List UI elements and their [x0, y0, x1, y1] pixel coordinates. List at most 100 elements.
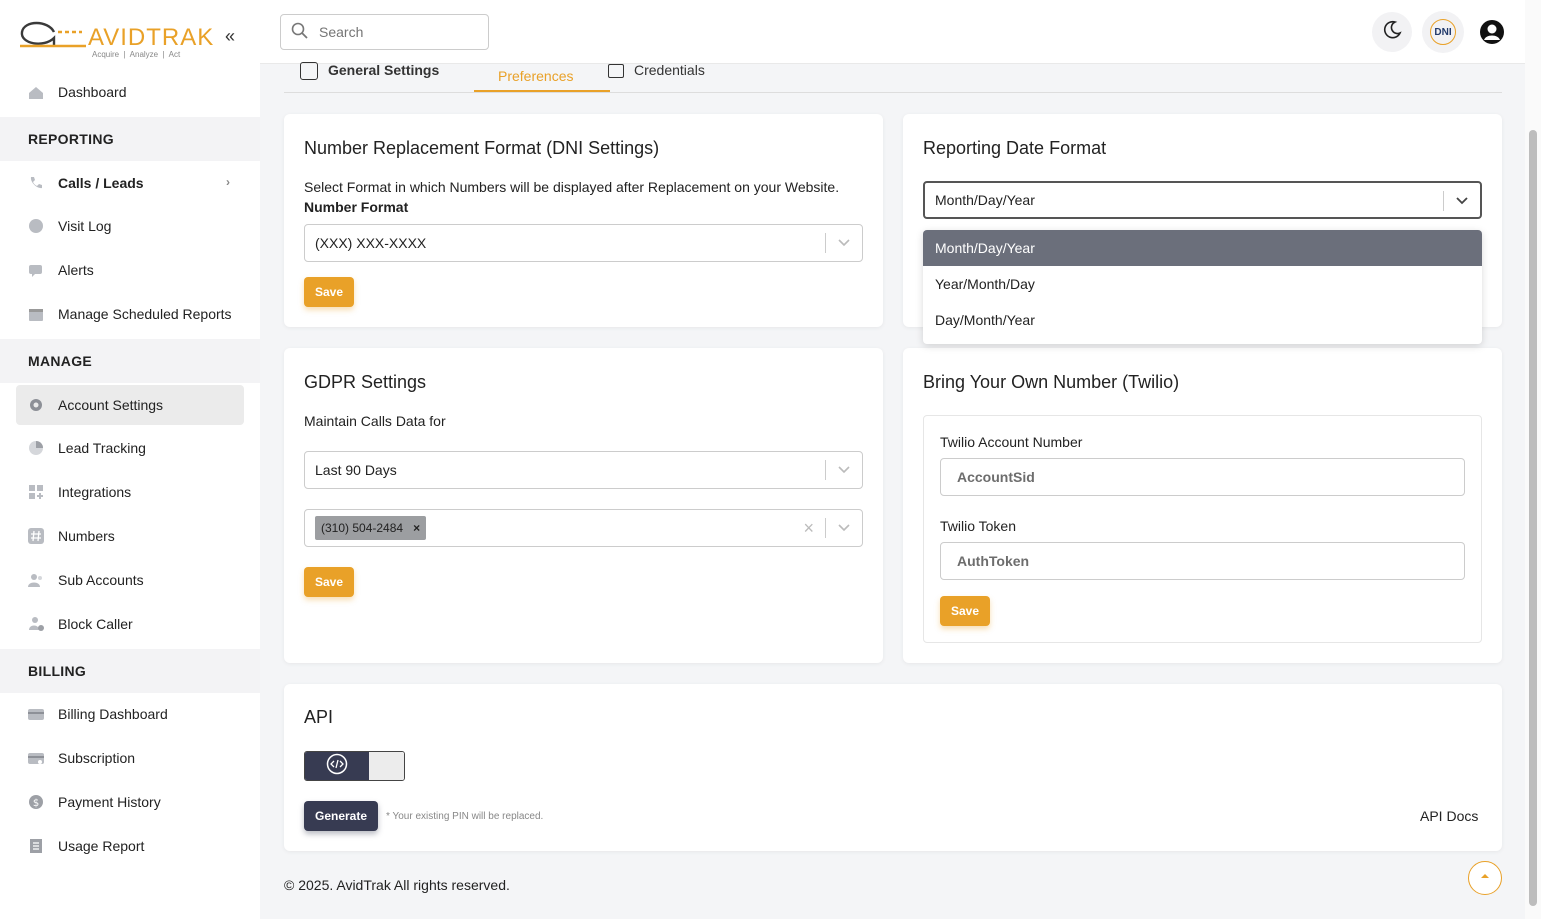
- dni-label: DNI: [1434, 26, 1452, 38]
- tab-credentials[interactable]: Credentials: [608, 50, 705, 78]
- sidebar-item-subscription[interactable]: Subscription: [16, 738, 244, 778]
- twilio-account-field[interactable]: [940, 458, 1465, 496]
- scrollbar[interactable]: [1525, 0, 1541, 919]
- sidebar-item-scheduled-reports[interactable]: Manage Scheduled Reports: [16, 294, 244, 334]
- account-sid-input[interactable]: [957, 469, 1414, 485]
- select-separator: [1443, 191, 1444, 211]
- remove-chip-icon[interactable]: ×: [413, 521, 420, 535]
- chevron-down-icon: [1454, 192, 1470, 208]
- api-toggle[interactable]: [304, 751, 405, 781]
- clear-icon[interactable]: ×: [803, 518, 814, 539]
- number-format-label: Number Format: [304, 199, 409, 215]
- brand-name: AVIDTRAK: [88, 24, 215, 51]
- twilio-card: Bring Your Own Number (Twilio) Twilio Ac…: [903, 348, 1502, 663]
- sidebar-item-integrations[interactable]: Integrations: [16, 472, 244, 512]
- svg-text:$: $: [33, 798, 39, 809]
- dropdown-option[interactable]: Year/Month/Day: [923, 266, 1482, 302]
- card-title: API: [304, 707, 334, 727]
- chat-alert-icon: [28, 262, 44, 278]
- sidebar-item-label: Visit Log: [58, 218, 112, 234]
- generate-button[interactable]: Generate: [304, 801, 378, 831]
- dni-description: Select Format in which Numbers will be d…: [304, 179, 840, 195]
- sidebar-item-billing-dashboard[interactable]: Billing Dashboard: [16, 694, 244, 734]
- twilio-token-field[interactable]: [940, 542, 1465, 580]
- tab-general-settings[interactable]: General Settings: [300, 50, 439, 80]
- data-retention-select[interactable]: Last 90 Days: [304, 451, 863, 489]
- select-separator: [825, 518, 826, 538]
- sidebar: AVIDTRAK Acquire | Analyze | Act « Dashb…: [0, 0, 260, 919]
- sidebar-item-label: Usage Report: [58, 838, 145, 854]
- sidebar-item-label: Subscription: [58, 750, 136, 766]
- card-title: GDPR Settings: [304, 372, 427, 392]
- avidtrak-logo[interactable]: AVIDTRAK Acquire | Analyze | Act: [18, 12, 218, 60]
- sidebar-item-sub-accounts[interactable]: Sub Accounts: [16, 560, 244, 600]
- sidebar-item-alerts[interactable]: Alerts: [16, 250, 244, 290]
- card-title: Reporting Date Format: [923, 138, 1107, 158]
- top-bar: DNI: [260, 0, 1525, 64]
- settings-box-icon: [300, 62, 318, 80]
- sidebar-item-visit-log[interactable]: Visit Log: [16, 206, 244, 246]
- date-format-select[interactable]: Month/Day/Year: [923, 181, 1482, 219]
- search-box[interactable]: [280, 14, 489, 50]
- phone-icon: [28, 175, 44, 191]
- section-manage: MANAGE: [0, 339, 260, 383]
- select-value: Month/Day/Year: [935, 192, 1035, 208]
- search-icon: [291, 22, 309, 43]
- sidebar-item-label: Block Caller: [58, 616, 133, 632]
- scrollbar-thumb[interactable]: [1529, 130, 1537, 906]
- sidebar-item-lead-tracking[interactable]: Lead Tracking: [16, 428, 244, 468]
- tab-label: Credentials: [634, 62, 705, 78]
- number-multi-select[interactable]: (310) 504-2484 × ×: [304, 509, 863, 547]
- dni-button[interactable]: DNI: [1422, 11, 1464, 53]
- sidebar-item-calls-leads[interactable]: Calls / Leads ›: [16, 163, 244, 203]
- dni-badge: DNI: [1430, 19, 1456, 45]
- maintain-data-label: Maintain Calls Data for: [304, 413, 446, 429]
- select-separator: [825, 460, 826, 480]
- search-input[interactable]: [319, 24, 479, 40]
- section-reporting: REPORTING: [0, 117, 260, 161]
- dropdown-option[interactable]: Month/Day/Year: [923, 230, 1482, 266]
- card-settings-icon: [28, 750, 44, 766]
- scroll-to-top-button[interactable]: [1468, 861, 1502, 895]
- number-format-select[interactable]: (XXX) XXX-XXXX: [304, 224, 863, 262]
- brand-tagline: Acquire | Analyze | Act: [92, 50, 181, 59]
- collapse-sidebar-icon[interactable]: «: [225, 26, 235, 47]
- api-docs-link[interactable]: API Docs: [1420, 808, 1478, 824]
- section-billing: BILLING: [0, 649, 260, 693]
- footer-copyright: © 2025. AvidTrak All rights reserved.: [284, 877, 510, 893]
- sidebar-item-account-settings[interactable]: Account Settings: [16, 385, 244, 425]
- sidebar-item-label: Integrations: [58, 484, 132, 500]
- dni-save-button[interactable]: Save: [304, 277, 354, 307]
- dark-mode-toggle[interactable]: [1372, 12, 1412, 52]
- twilio-save-button[interactable]: Save: [940, 596, 990, 626]
- gdpr-save-button[interactable]: Save: [304, 567, 354, 597]
- gear-icon: [28, 397, 44, 413]
- dollar-circle-icon: $: [28, 794, 44, 810]
- select-separator: [825, 233, 826, 253]
- sidebar-item-usage-report[interactable]: Usage Report: [16, 826, 244, 866]
- pie-chart-icon: [28, 440, 44, 456]
- user-circle-icon: [1478, 20, 1506, 50]
- dni-settings-card: Number Replacement Format (DNI Settings)…: [284, 114, 883, 327]
- sidebar-item-numbers[interactable]: Numbers: [16, 516, 244, 556]
- settings-tabs: General Settings Preferences Credentials: [284, 62, 1502, 93]
- auth-token-input[interactable]: [957, 553, 1414, 569]
- sidebar-item-dashboard[interactable]: Dashboard: [16, 72, 244, 112]
- globe-icon: [28, 218, 44, 234]
- dropdown-option[interactable]: Day/Month/Year: [923, 302, 1482, 338]
- user-avatar[interactable]: [1478, 18, 1506, 51]
- sidebar-item-label: Calls / Leads: [58, 175, 144, 191]
- code-icon: [326, 753, 348, 780]
- tab-label: Preferences: [498, 68, 574, 84]
- twilio-token-label: Twilio Token: [940, 518, 1017, 534]
- sidebar-item-block-caller[interactable]: Block Caller: [16, 604, 244, 644]
- caret-up-icon: [1479, 869, 1491, 887]
- sidebar-item-payment-history[interactable]: $ Payment History: [16, 782, 244, 822]
- number-chip: (310) 504-2484 ×: [315, 516, 427, 540]
- tab-preferences[interactable]: Preferences: [474, 50, 610, 92]
- sidebar-item-label: Manage Scheduled Reports: [58, 306, 232, 322]
- report-icon: [28, 838, 44, 854]
- sidebar-item-label: Numbers: [58, 528, 115, 544]
- toggle-off: [369, 752, 404, 780]
- select-value: Last 90 Days: [315, 462, 397, 478]
